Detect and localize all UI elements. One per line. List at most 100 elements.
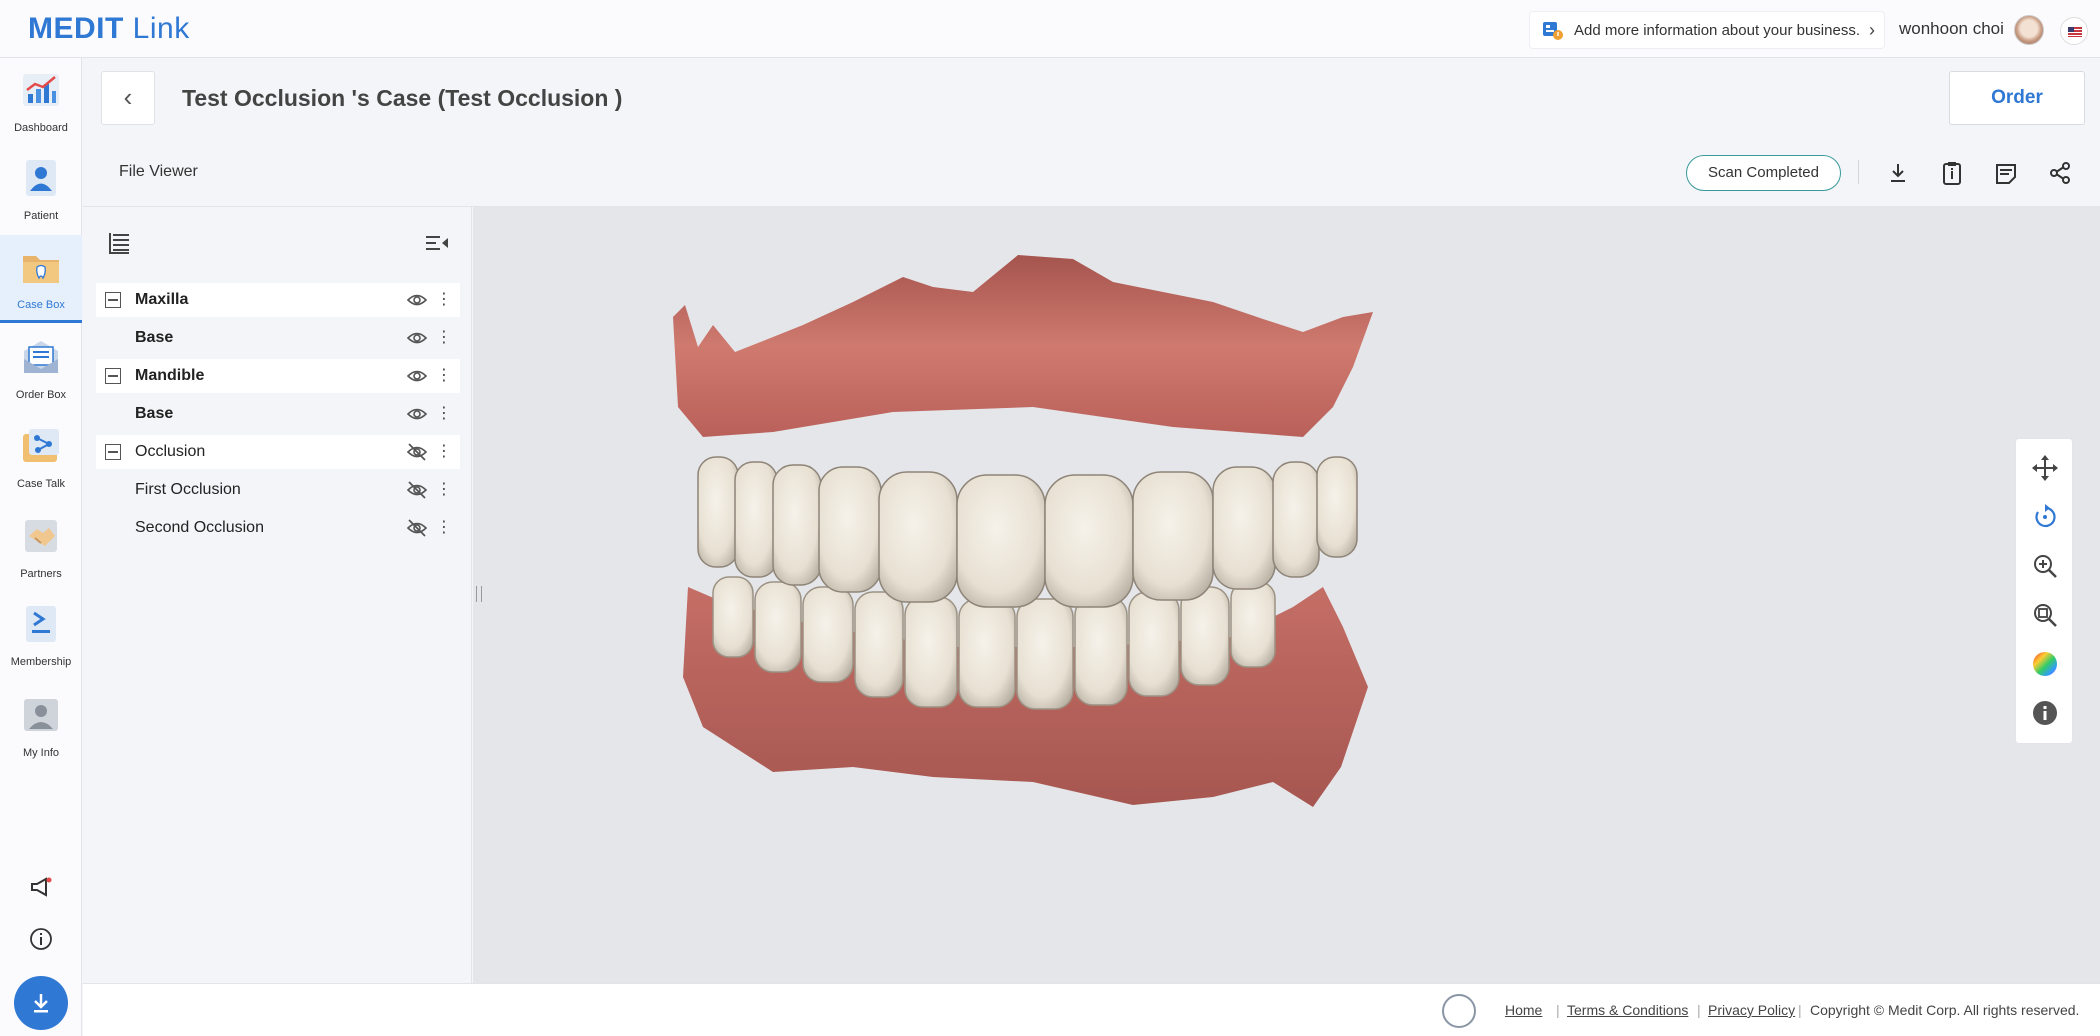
tree-item-maxilla[interactable]: Maxilla ⋮ [96,283,460,317]
certification-seal-icon [1442,994,1476,1028]
collapse-toggle-icon[interactable] [105,444,121,460]
more-vertical-icon[interactable]: ⋮ [436,406,452,422]
status-badge: Scan Completed [1686,155,1841,191]
divider: | [1697,1002,1701,1018]
list-view-icon[interactable] [105,229,133,257]
collapse-toggle-icon[interactable] [105,292,121,308]
collapse-toggle-icon[interactable] [105,368,121,384]
info-circle-icon[interactable] [0,927,82,957]
tree-item-label: First Occlusion [135,481,241,498]
sidebar-item-patient[interactable]: Patient [0,146,82,234]
divider: | [1556,1002,1560,1018]
info-icon[interactable] [2030,698,2060,728]
patient-icon [21,158,61,198]
sidebar-item-dashboard[interactable]: Dashboard [0,58,82,146]
partners-handshake-icon [21,516,61,556]
sidebar-item-membership[interactable]: Membership [0,592,82,680]
sidebar-item-label: My Info [22,747,60,759]
sidebar-item-label: Patient [23,210,59,222]
copyright-text: Copyright © Medit Corp. All rights reser… [1810,1002,2080,1018]
tree-item-label: Base [135,405,174,422]
clipboard-info-icon[interactable] [1937,158,1967,188]
eye-visible-icon[interactable] [406,403,428,425]
dental-scan-model[interactable] [473,207,2100,983]
sidebar-item-label: Dashboard [14,122,68,134]
eye-visible-icon[interactable] [406,365,428,387]
download-icon[interactable] [1883,158,1913,188]
3d-scan-viewport[interactable] [473,207,2100,983]
more-vertical-icon[interactable]: ⋮ [436,482,452,498]
chevron-right-icon[interactable]: › [1860,20,1884,41]
collapse-panel-icon[interactable] [423,229,451,257]
tree-item-label: Second Occlusion [135,519,264,536]
sidebar-item-order-box[interactable]: Order Box [0,325,82,413]
sidebar-item-case-box[interactable]: Case Box [0,235,82,323]
language-flag-icon[interactable] [2060,17,2088,45]
zoom-fit-icon[interactable] [2030,600,2060,630]
case-header: ‹ Test Occlusion 's Case (Test Occlusion… [83,59,2100,207]
divider [1858,160,1859,184]
order-button[interactable]: Order [1949,71,2085,125]
pan-icon[interactable] [2030,453,2060,483]
color-map-icon[interactable] [2030,649,2060,679]
tree-item-maxilla-base[interactable]: Base ⋮ [96,321,460,355]
sidebar-item-case-talk[interactable]: Case Talk [0,414,82,502]
tree-item-second-occlusion[interactable]: Second Occlusion ⋮ [96,511,460,545]
more-vertical-icon[interactable]: ⋮ [436,292,452,308]
tree-item-mandible-base[interactable]: Base ⋮ [96,397,460,431]
back-button[interactable]: ‹ [101,71,155,125]
order-box-icon [21,337,61,377]
tree-item-occlusion[interactable]: Occlusion ⋮ [96,435,460,469]
eye-hidden-icon[interactable] [406,479,428,501]
chevron-left-icon: ‹ [123,82,133,112]
membership-icon [21,604,61,644]
eye-visible-icon[interactable] [406,289,428,311]
sidebar-item-label: Order Box [15,389,67,401]
more-vertical-icon[interactable]: ⋮ [436,520,452,536]
eye-hidden-icon[interactable] [406,441,428,463]
footer-link-home[interactable]: Home [1505,1002,1542,1018]
my-info-icon [21,695,61,735]
tree-item-label: Base [135,329,174,346]
footer: Home | Terms & Conditions | Privacy Poli… [83,983,2100,1036]
banner-text: Add more information about your business… [1574,21,1860,39]
sidebar-item-label: Case Box [17,299,65,311]
footer-link-terms[interactable]: Terms & Conditions [1567,1002,1688,1018]
model-tree-panel: Maxilla ⋮ Base ⋮ Mandible ⋮ Base ⋮ Occlu… [83,207,472,983]
tree-item-first-occlusion[interactable]: First Occlusion ⋮ [96,473,460,507]
tree-item-label: Maxilla [135,291,189,308]
panel-resize-handle[interactable] [476,586,482,602]
memo-note-icon[interactable] [1991,158,2021,188]
file-viewer-tab[interactable]: File Viewer [119,163,198,181]
divider: | [1798,1002,1802,1018]
more-vertical-icon[interactable]: ⋮ [436,368,452,384]
footer-link-privacy[interactable]: Privacy Policy [1708,1002,1795,1018]
sidebar-item-label: Partners [20,568,62,580]
tree-item-mandible[interactable]: Mandible ⋮ [96,359,460,393]
sidebar-item-partners[interactable]: Partners [0,504,82,592]
tree-item-label: Mandible [135,367,205,384]
sidebar-item-my-info[interactable]: My Info [0,683,82,771]
more-vertical-icon[interactable]: ⋮ [436,444,452,460]
download-button[interactable] [14,976,68,1030]
business-info-banner[interactable]: Add more information about your business… [1529,11,1885,49]
zoom-in-icon[interactable] [2030,551,2060,581]
eye-hidden-icon[interactable] [406,517,428,539]
top-bar: MEDIT Link Add more information about yo… [0,0,2100,58]
announcement-megaphone-icon[interactable] [0,874,82,906]
case-box-folder-icon [21,247,61,287]
medit-link-logo[interactable]: MEDIT Link [28,12,190,46]
viewer-toolbox [2015,438,2073,744]
dashboard-chart-icon [21,70,61,110]
eye-visible-icon[interactable] [406,327,428,349]
avatar[interactable] [2014,15,2044,45]
rotate-icon[interactable] [2030,502,2060,532]
more-vertical-icon[interactable]: ⋮ [436,330,452,346]
page-title: Test Occlusion 's Case (Test Occlusion ) [182,85,623,111]
case-talk-icon [21,426,61,466]
sidebar-item-label: Case Talk [16,478,66,490]
share-icon[interactable] [2045,158,2075,188]
tree-item-label: Occlusion [135,443,206,460]
sidebar-item-label: Membership [10,656,72,668]
username[interactable]: wonhoon choi [1899,19,2004,39]
